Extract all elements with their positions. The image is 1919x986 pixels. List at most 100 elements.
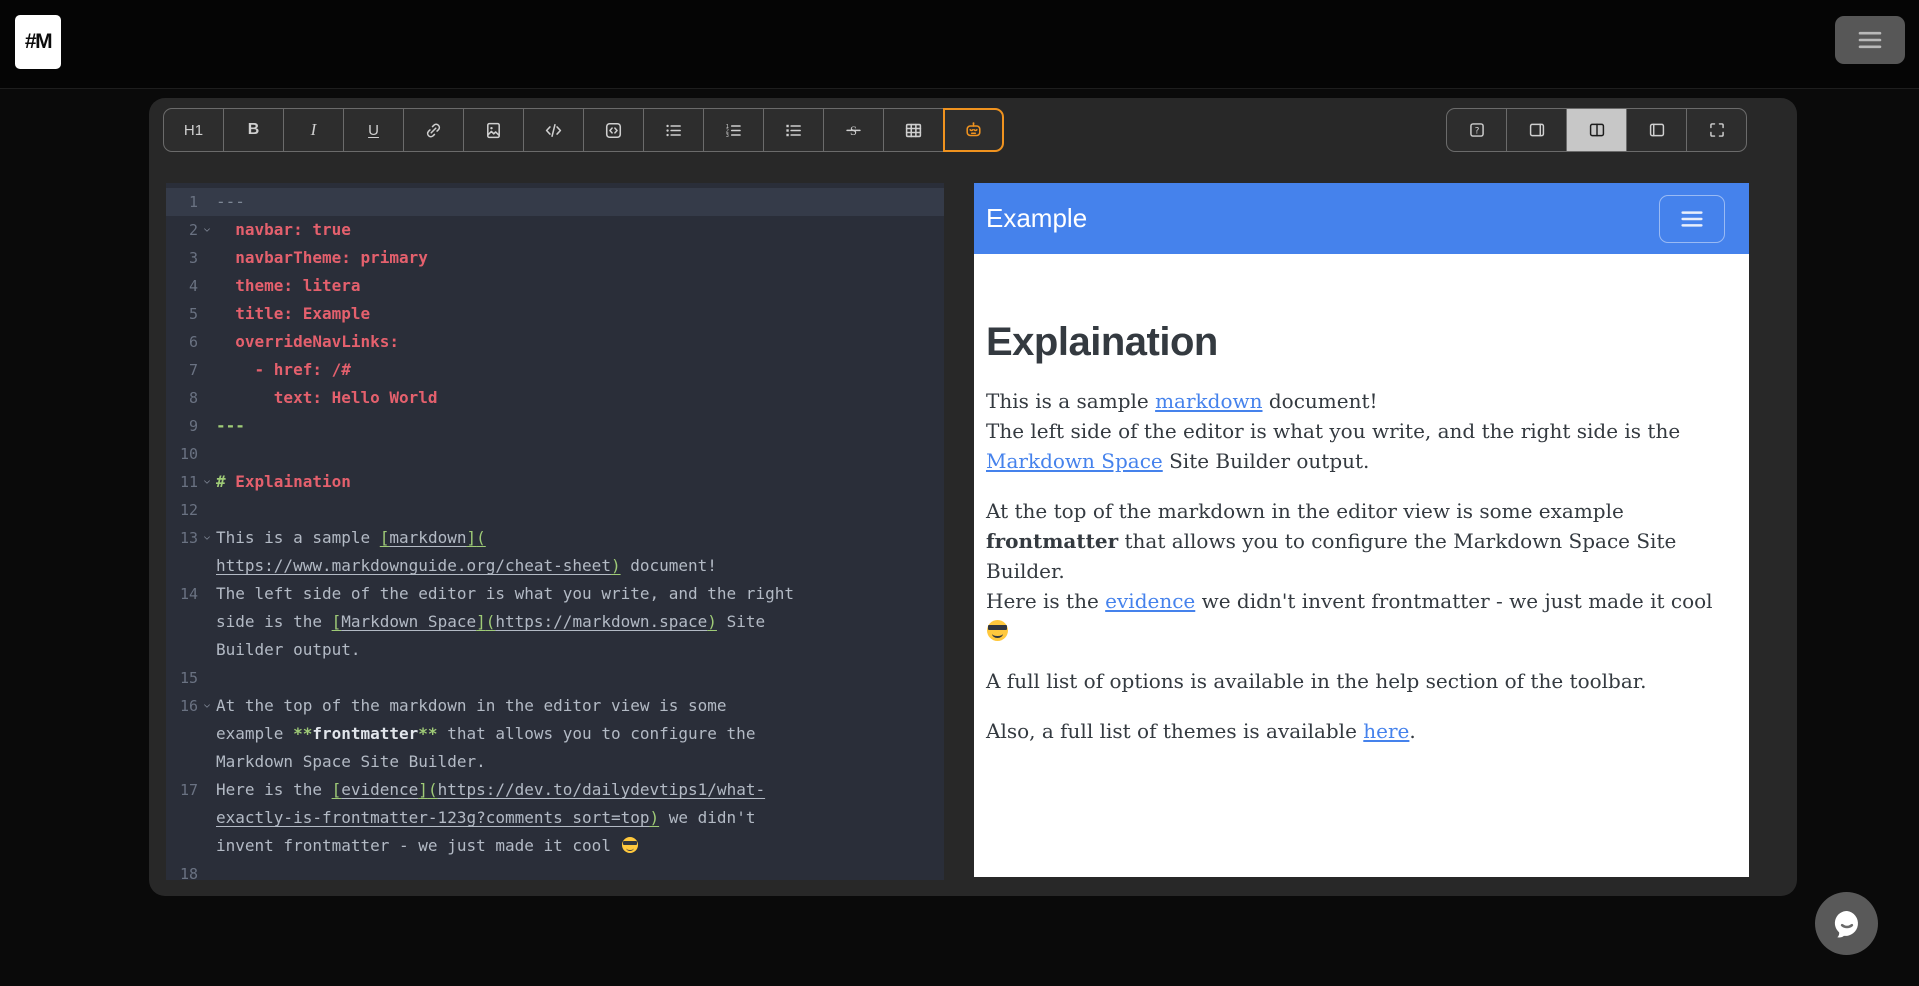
preview-navbar-title: Example [986, 203, 1087, 234]
fold-chevron-icon[interactable] [198, 216, 216, 244]
ordered-list-icon: 123 [724, 121, 743, 140]
line-number: 10 [166, 440, 198, 468]
hamburger-icon [1854, 24, 1886, 56]
toolbar-image-button[interactable] [463, 108, 524, 152]
toolbar-editor-only-button[interactable] [1506, 108, 1567, 152]
preview-link[interactable]: Markdown Space [986, 449, 1163, 473]
editor-line[interactable]: 10 [166, 440, 944, 468]
chat-bubble-icon [1829, 906, 1865, 942]
toolbar-heading-button[interactable]: H1 [163, 108, 224, 152]
fold-spacer [198, 776, 216, 860]
fold-spacer [198, 356, 216, 384]
preview-link[interactable]: evidence [1105, 589, 1195, 613]
preview-paragraph: A full list of options is available in t… [986, 666, 1728, 696]
header-menu-button[interactable] [1835, 16, 1905, 64]
svg-text:?: ? [1474, 127, 1479, 137]
preview-content: Explaination This is a sample markdown d… [974, 320, 1749, 877]
line-content [216, 664, 794, 692]
editor-line[interactable]: 4 theme: litera [166, 272, 944, 300]
toolbar-bold-button[interactable]: B [223, 108, 284, 152]
toolbar-help-button[interactable]: ? [1446, 108, 1507, 152]
editor-line[interactable]: 6 overrideNavLinks: [166, 328, 944, 356]
preview-paragraph: Also, a full list of themes is available… [986, 716, 1728, 746]
chat-widget-button[interactable] [1815, 892, 1878, 955]
toolbar-fullscreen-button[interactable] [1686, 108, 1747, 152]
editor-line[interactable]: 9--- [166, 412, 944, 440]
strikethrough-icon: S [844, 121, 863, 140]
toolbar-italic-button[interactable]: I [283, 108, 344, 152]
preview-pane: Example Explaination This is a sample ma… [974, 183, 1749, 877]
editor-line[interactable]: 16At the top of the markdown in the edit… [166, 692, 944, 776]
line-number: 17 [166, 776, 198, 860]
line-content: The left side of the editor is what you … [216, 580, 794, 664]
fold-spacer [198, 300, 216, 328]
line-number: 2 [166, 216, 198, 244]
toolbar-bullet-list-button[interactable] [643, 108, 704, 152]
editor-line[interactable]: 14The left side of the editor is what yo… [166, 580, 944, 664]
line-content: # Explaination [216, 468, 794, 496]
line-content: --- [216, 188, 794, 216]
sunglasses-emoji [622, 837, 639, 854]
app-logo[interactable]: #M [15, 15, 61, 69]
line-content: title: Example [216, 300, 794, 328]
editor-line[interactable]: 8 text: Hello World [166, 384, 944, 412]
line-number: 12 [166, 496, 198, 524]
preview-navbar-toggler[interactable] [1659, 195, 1725, 243]
line-content: At the top of the markdown in the editor… [216, 692, 794, 776]
fold-spacer [198, 580, 216, 664]
image-icon [484, 121, 503, 140]
line-number: 9 [166, 412, 198, 440]
toolbar-inline-code-button[interactable] [523, 108, 584, 152]
task-list-icon [784, 121, 803, 140]
fold-chevron-icon[interactable] [198, 468, 216, 496]
editor-line[interactable]: 1--- [166, 188, 944, 216]
code-icon [544, 121, 563, 140]
toolbar-task-list-button[interactable] [763, 108, 824, 152]
editor-line[interactable]: 12 [166, 496, 944, 524]
toolbar-ordered-list-button[interactable]: 123 [703, 108, 764, 152]
editor-code: 1---2 navbar: true3 navbarTheme: primary… [166, 188, 944, 880]
editor-line[interactable]: 5 title: Example [166, 300, 944, 328]
view-toolbar: ? [1446, 108, 1747, 152]
editor-line[interactable]: 17Here is the [evidence](https://dev.to/… [166, 776, 944, 860]
table-icon [904, 121, 923, 140]
preview-bold-text: frontmatter [986, 529, 1118, 553]
toolbar-split-view-button[interactable] [1566, 108, 1627, 152]
line-number: 7 [166, 356, 198, 384]
toolbar-strikethrough-button[interactable]: S [823, 108, 884, 152]
editor-line[interactable]: 15 [166, 664, 944, 692]
editor-line[interactable]: 18 [166, 860, 944, 880]
help-icon: ? [1468, 121, 1486, 139]
line-content [216, 440, 794, 468]
toolbar-ai-assistant-button[interactable] [943, 108, 1004, 152]
fold-chevron-icon[interactable] [198, 692, 216, 776]
toolbar-table-button[interactable] [883, 108, 944, 152]
line-content: - href: /# [216, 356, 794, 384]
format-toolbar: H1B I U 123 S [163, 108, 1004, 152]
hamburger-icon [1677, 204, 1707, 234]
toolbar-underline-button[interactable]: U [343, 108, 404, 152]
toolbar-code-block-button[interactable] [583, 108, 644, 152]
editor-line[interactable]: 2 navbar: true [166, 216, 944, 244]
editor-line[interactable]: 11# Explaination [166, 468, 944, 496]
toolbar-preview-only-button[interactable] [1626, 108, 1687, 152]
line-number: 18 [166, 860, 198, 880]
app-logo-text: #M [25, 30, 51, 54]
sunglasses-emoji [987, 620, 1008, 641]
preview-paragraph: This is a sample markdown document!The l… [986, 386, 1728, 476]
editor-line[interactable]: 13This is a sample [markdown](https://ww… [166, 524, 944, 580]
line-content: This is a sample [markdown](https://www.… [216, 524, 794, 580]
markdown-editor[interactable]: 1---2 navbar: true3 navbarTheme: primary… [166, 183, 944, 880]
toolbar-link-button[interactable] [403, 108, 464, 152]
line-number: 3 [166, 244, 198, 272]
editor-line[interactable]: 3 navbarTheme: primary [166, 244, 944, 272]
fold-chevron-icon[interactable] [198, 524, 216, 580]
editor-line[interactable]: 7 - href: /# [166, 356, 944, 384]
line-content: Here is the [evidence](https://dev.to/da… [216, 776, 794, 860]
line-number: 4 [166, 272, 198, 300]
toolbar-italic-label: I [311, 120, 317, 140]
line-content: overrideNavLinks: [216, 328, 794, 356]
code-block-icon [604, 121, 623, 140]
preview-link[interactable]: markdown [1155, 389, 1262, 413]
preview-link[interactable]: here [1363, 719, 1409, 743]
